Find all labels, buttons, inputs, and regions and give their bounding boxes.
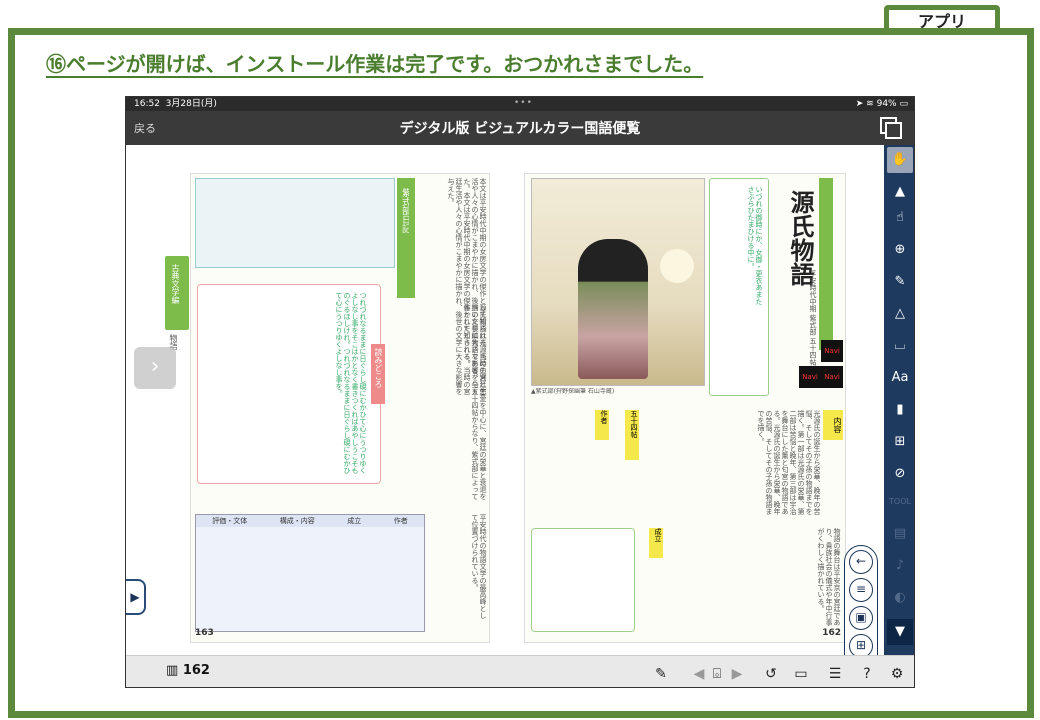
left-bottom-text: 平安時代の物語文学の最高峰として位置づけられている。 xyxy=(471,514,487,619)
left-tab-label: 古典文学編 xyxy=(171,264,179,304)
previous-page-button[interactable]: › xyxy=(134,347,176,389)
copy-pages-icon[interactable] xyxy=(880,117,902,139)
status-bar: 16:52 3月28日(月) ••• ➤ ≋ 94% ▭ xyxy=(126,97,914,111)
zoom-icon[interactable]: ⊕ xyxy=(887,237,913,263)
reading-points-label: 読みどころ xyxy=(374,348,382,388)
marker-icon[interactable]: ✎ xyxy=(887,269,913,295)
table-header: 構成・内容 xyxy=(279,517,315,525)
image-frame-icon[interactable]: ▣ xyxy=(849,606,873,630)
ipad-screen: 16:52 3月28日(月) ••• ➤ ≋ 94% ▭ 戻る デジタル版 ビジ… xyxy=(125,96,915,688)
table-header: 作者 xyxy=(393,517,408,525)
moon-shape xyxy=(660,249,694,283)
chevron-right-icon: › xyxy=(150,354,160,379)
triangle-up-icon[interactable]: ▲ xyxy=(887,179,913,205)
table-header: 成立 xyxy=(347,517,362,525)
speaker-icon: ♪ xyxy=(895,558,905,573)
right-body-text: 光源氏の誕生から栄華、晩年の苦悩、そしてその子孫の物語までを描く。第一部は光源氏… xyxy=(757,410,821,515)
poem-text: いづれの御時にか、女御・更衣あまたさぶらひたまひける中に。 xyxy=(747,186,763,305)
left-page-number: 163 xyxy=(195,628,214,638)
bottom-bar: ▥ 162 ✎ ◀ ⌺ ▶ ↺ ▭ ☰ ? ⚙ xyxy=(126,655,914,687)
text-box-icon[interactable]: Aa xyxy=(887,365,913,391)
document-icon: ▤ xyxy=(893,526,907,541)
next-triangle-icon[interactable]: ▶ xyxy=(726,663,748,685)
open-drawer-button[interactable]: ▶ xyxy=(126,579,146,615)
book-viewer[interactable]: 古典文学編 物語 紫式部日記 本文は平安時代中期の女房文学の傑作として知られる。… xyxy=(126,145,884,687)
summary-table: 評価・文体 構成・内容 成立 作者 xyxy=(195,514,425,632)
status-date: 3月28日(月) xyxy=(165,99,217,109)
green-header-strip: 紫式部日記 xyxy=(397,178,415,298)
contrast-icon: ◐ xyxy=(894,590,906,605)
navi-badge-1[interactable]: Navi xyxy=(821,340,843,362)
arrow-left-icon[interactable]: ← xyxy=(849,550,873,574)
list-lines-icon[interactable]: ≡ xyxy=(849,578,873,602)
shapes-icon[interactable]: △ xyxy=(887,301,913,327)
settings-gear-icon[interactable]: ⚙ xyxy=(886,663,908,685)
nav-bar: 戻る デジタル版 ビジュアルカラー国語便覧 xyxy=(126,111,914,145)
battery-icon: ▭ xyxy=(899,99,908,109)
murasaki-portrait[interactable] xyxy=(531,178,705,386)
bookmark-icon[interactable]: ⌺ xyxy=(706,663,728,685)
list-icon[interactable]: ☰ xyxy=(824,663,846,685)
status-time: 16:52 xyxy=(134,99,160,109)
book-icon: ▥ xyxy=(166,663,179,678)
help-icon[interactable]: ? xyxy=(856,663,878,685)
hand-select-icon[interactable]: ✋ xyxy=(887,147,913,173)
navi-badge-2[interactable]: Navi xyxy=(799,366,821,388)
instruction-heading: ⑯ページが開けば、インストール作業は完了です。おつかれさまでした。 xyxy=(46,52,704,76)
title-green-strip xyxy=(819,178,833,350)
period-label: 成立 xyxy=(649,528,663,558)
display-icon[interactable]: ▭ xyxy=(790,663,812,685)
content-label: 内容 xyxy=(823,410,843,440)
page-indicator[interactable]: ▥ 162 xyxy=(158,656,218,687)
note-edit-icon[interactable]: ✎ xyxy=(650,663,672,685)
reading-points-tag: 読みどころ xyxy=(371,344,385,404)
multitask-dots-icon[interactable]: ••• xyxy=(514,97,533,110)
right-intro-text: 平安時代中期 紫式部 五十四帖。 xyxy=(809,270,817,373)
wifi-icon: ➤ ≋ xyxy=(855,99,877,109)
status-right: ➤ ≋ 94% ▭ xyxy=(856,97,908,111)
hand-icon[interactable]: ☝ xyxy=(887,205,913,231)
triangle-right-icon: ▶ xyxy=(130,590,140,604)
eraser-icon[interactable]: ⌴ xyxy=(887,333,913,359)
current-page: 162 xyxy=(182,663,210,678)
navi-badge-3[interactable]: Navi xyxy=(821,366,843,388)
battery-level: 94% xyxy=(876,99,897,109)
left-page[interactable]: 古典文学編 物語 紫式部日記 本文は平安時代中期の女房文学の傑作として知られる。… xyxy=(165,173,490,643)
timeline-chart xyxy=(195,178,395,268)
section-heading: 紫式部日記 xyxy=(401,188,409,233)
history-icon[interactable]: ↺ xyxy=(760,663,782,685)
left-middle-text: 源氏物語は光源氏の生涯と恋愛を中心に、宮廷の栄華と衰退を描いた長編物語である。全… xyxy=(463,304,487,500)
portrait-caption: ▲紫式部(狩野探幽筆 石山寺蔵) xyxy=(531,388,615,395)
left-page-tab: 古典文学編 xyxy=(165,256,189,330)
author-label: 作者 xyxy=(595,410,609,440)
table-header-row: 評価・文体 構成・内容 成立 作者 xyxy=(196,515,424,527)
tool-label: TOOL xyxy=(889,497,911,506)
right-page[interactable]: ▲紫式部(狩野探幽筆 石山寺蔵) いづれの御時にか、女御・更衣あまたさぶらひたま… xyxy=(524,173,846,643)
column-box xyxy=(531,528,635,632)
triangle-down-icon[interactable]: ▼ xyxy=(887,619,913,645)
link-icon[interactable]: ⊘ xyxy=(887,461,913,487)
app-title: デジタル版 ビジュアルカラー国語便覧 xyxy=(399,121,641,137)
reading-points-text: つれづれなるままに日ぐらし硯にむかひて心にうつりゆくよしなし事をそこはかとなく書… xyxy=(335,292,367,474)
table-header: 評価・文体 xyxy=(212,517,248,525)
chapter-label: 五十四帖 xyxy=(625,410,639,460)
figure-shape xyxy=(578,239,648,379)
right-lower-text: 物語の舞台は平安京の宮廷であり、貴族社会の儀式や年中行事がくわしく描かれている。 xyxy=(817,528,841,626)
right-page-number: 162 xyxy=(822,628,841,638)
glue-icon[interactable]: ▮ xyxy=(887,397,913,423)
side-toolbar: ✋ ▲ ☝ ⊕ ✎ △ ⌴ Aa ▮ ⊞ ⊘ TOOL ▤ ♪ ◐ ▼ xyxy=(884,145,914,655)
add-image-icon[interactable]: ⊞ xyxy=(887,429,913,455)
